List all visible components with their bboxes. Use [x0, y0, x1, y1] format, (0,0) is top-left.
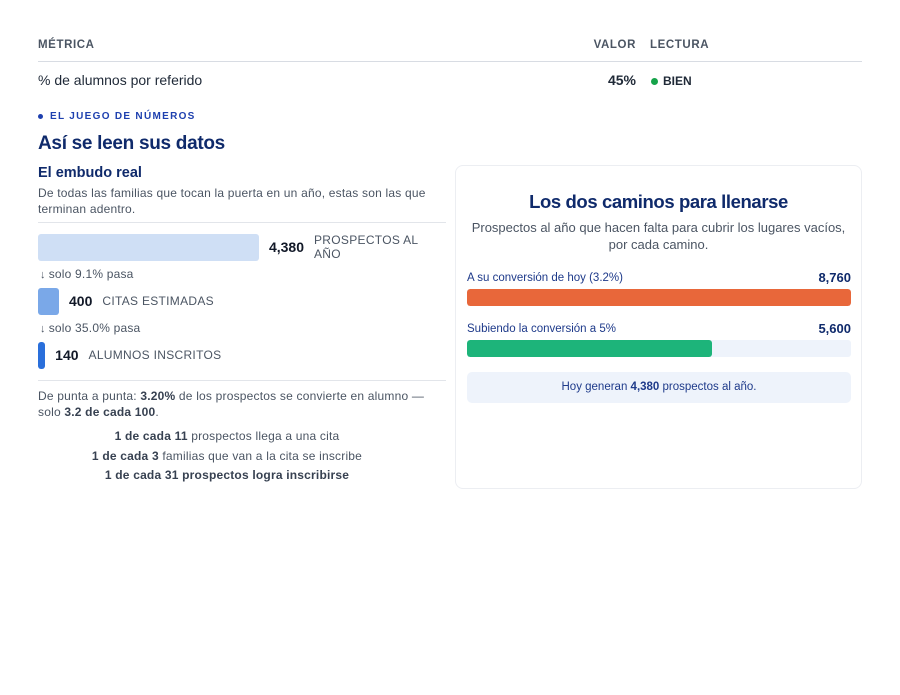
funnel-label-appointments: CITAS ESTIMADAS: [102, 294, 214, 308]
paths-note: Hoy generan 4,380 prospectos al año.: [467, 372, 851, 403]
funnel-bar-enrolled: [38, 341, 46, 369]
column-header-value: VALOR: [593, 39, 636, 51]
status-label: BIEN: [663, 74, 692, 88]
funnel-pass-rate: ↓ solo 35.0% pasa: [40, 321, 141, 335]
funnel-stage-prospects: 4,380 PROSPECTOS AL AÑO: [38, 233, 446, 261]
funnel-summary: De punta a punta: 3.20% de los prospecto…: [38, 380, 446, 420]
path-track: [467, 289, 851, 306]
funnel-panel: El embudo real De todas las familias que…: [38, 165, 446, 486]
paths-card-title: Los dos caminos para llenarse: [529, 191, 788, 212]
funnel-value-enrolled: 140: [55, 347, 79, 363]
table-row: % de alumnos por referido 45% BIEN: [38, 62, 862, 98]
path-track: [467, 340, 851, 357]
status-badge: BIEN: [651, 74, 692, 88]
eyebrow-label: EL JUEGO DE NÚMEROS: [50, 111, 196, 122]
ratio-line: 1 de cada 31 prospectos logra inscribirs…: [104, 468, 350, 482]
metric-value: 45%: [607, 72, 636, 88]
path-label: A su conversión de hoy (3.2%): [467, 272, 623, 284]
funnel-stage-appointments: 400 CITAS ESTIMADAS: [38, 287, 446, 315]
funnel-label-prospects: PROSPECTOS AL AÑO: [314, 233, 418, 261]
paths-card: Los dos caminos para llenarse Prospectos…: [455, 165, 862, 489]
metric-name: % de alumnos por referido: [38, 72, 203, 88]
funnel-bar-appointments: [38, 287, 59, 315]
column-header-reading: LECTURA: [650, 39, 710, 51]
path-value: 8,760: [818, 270, 851, 285]
path-label: Subiendo la conversión a 5%: [467, 323, 616, 335]
status-dot-icon: [651, 77, 658, 85]
path-current-conversion: A su conversión de hoy (3.2%) 8,760: [467, 270, 851, 306]
funnel-bar-prospects: [38, 233, 259, 261]
path-improved-conversion: Subiendo la conversión a 5% 5,600: [467, 321, 851, 357]
paths-card-subtitle: Prospectos al año que hacen falta para c…: [471, 220, 846, 252]
section-eyebrow: EL JUEGO DE NÚMEROS: [38, 111, 196, 122]
path-value: 5,600: [818, 321, 851, 336]
ratio-line: 1 de cada 3 familias que van a la cita s…: [91, 448, 363, 463]
bullet-icon: [38, 114, 43, 119]
path-bar-fill: [467, 340, 713, 357]
path-bar-fill: [467, 289, 851, 306]
ratio-line: 1 de cada 11 prospectos llega a una cita: [114, 429, 340, 443]
section-title: Así se leen sus datos: [38, 133, 225, 154]
funnel-label-enrolled: ALUMNOS INSCRITOS: [88, 348, 222, 362]
funnel-title: El embudo real: [38, 165, 142, 181]
funnel-description: De todas las familias que tocan la puert…: [38, 185, 446, 223]
funnel-stage-enrolled: 140 ALUMNOS INSCRITOS: [38, 341, 446, 369]
arrow-down-icon: ↓: [40, 323, 46, 335]
arrow-down-icon: ↓: [40, 269, 46, 281]
funnel-pass-rate: ↓ solo 9.1% pasa: [40, 267, 134, 281]
funnel-value-appointments: 400: [69, 293, 93, 309]
funnel-value-prospects: 4,380: [268, 239, 304, 255]
column-header-metric: MÉTRICA: [38, 39, 95, 51]
metrics-table-header: MÉTRICA VALOR LECTURA: [38, 38, 862, 62]
funnel-ratios: 1 de cada 11 prospectos llega a una cita…: [38, 427, 446, 486]
